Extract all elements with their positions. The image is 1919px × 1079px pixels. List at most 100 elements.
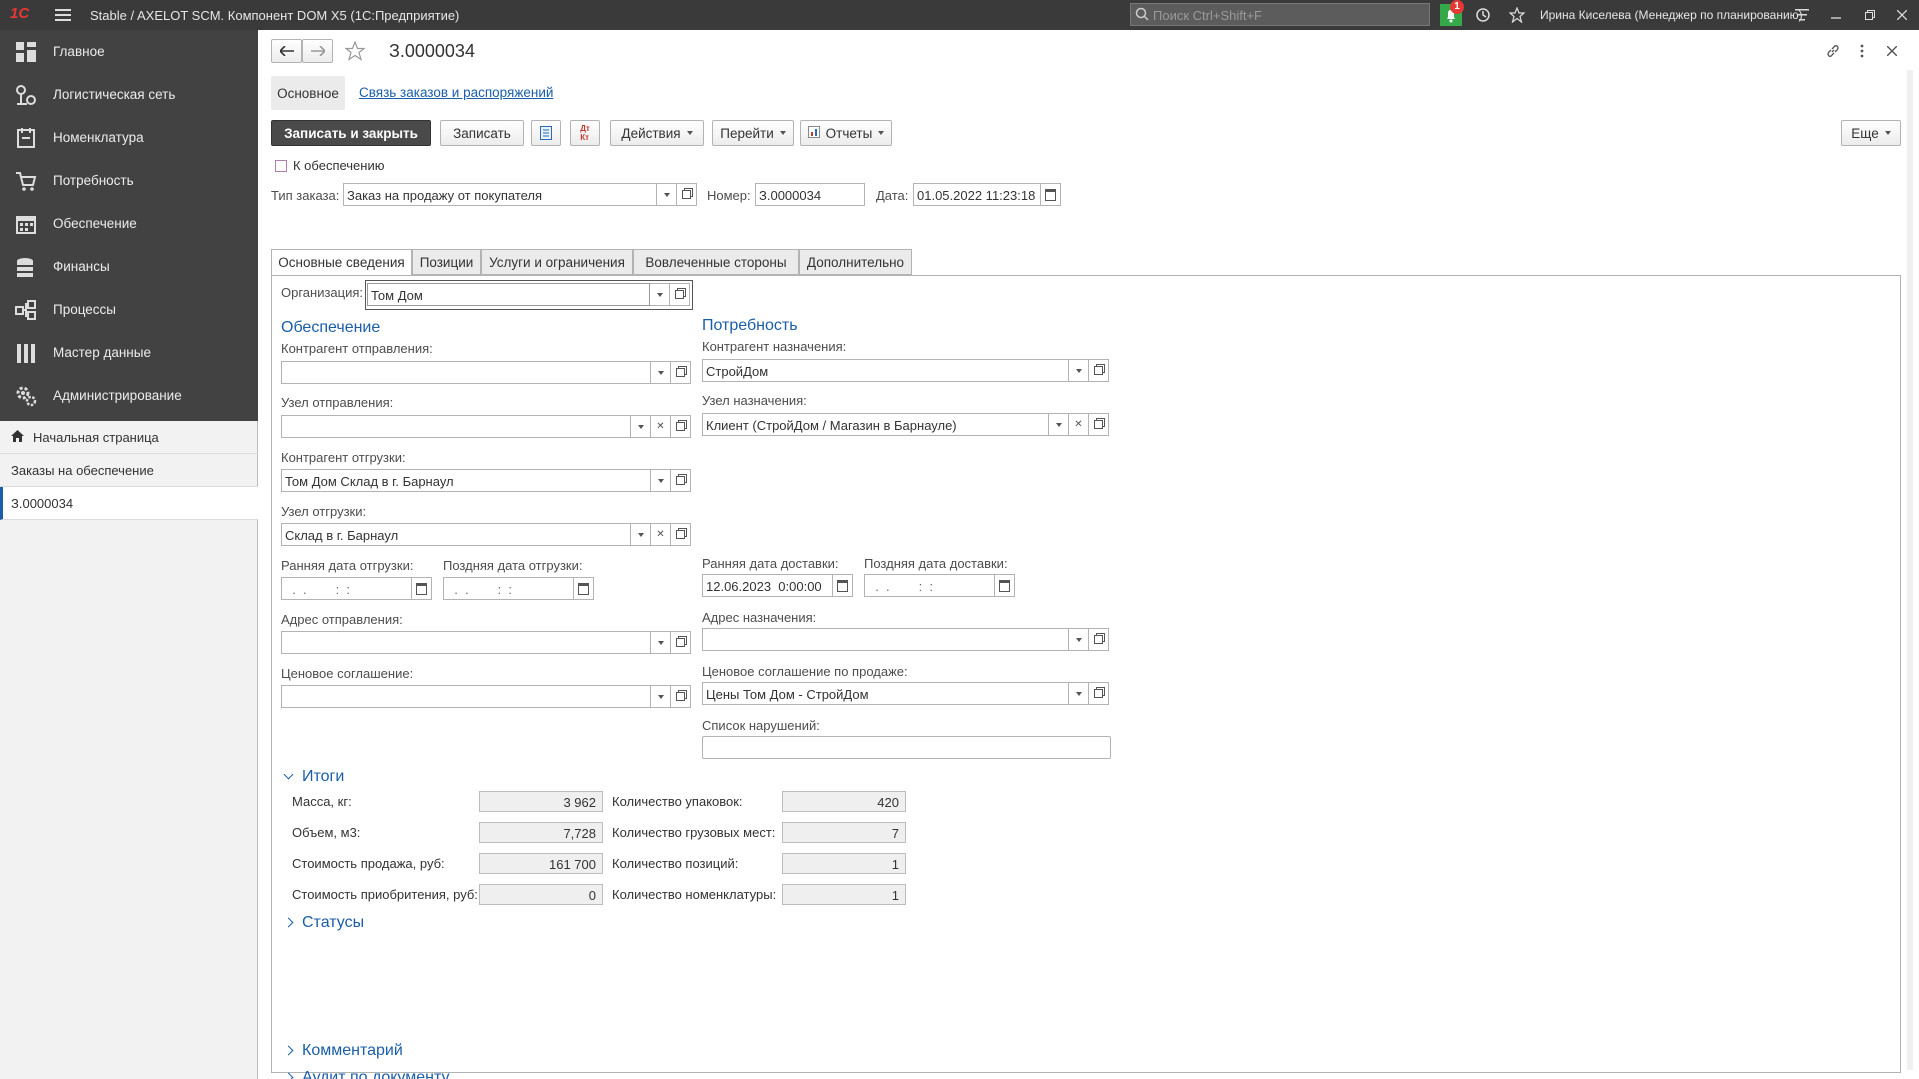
section-master-data[interactable]: Мастер данные — [0, 331, 258, 374]
section-logistics[interactable]: Логистическая сеть — [0, 73, 258, 116]
late-delivery-field[interactable]: . . : : — [864, 574, 995, 597]
order-type-dropdown[interactable] — [657, 183, 677, 206]
section-finance[interactable]: Финансы — [0, 245, 258, 288]
forward-button[interactable] — [302, 39, 333, 63]
counterparty-to-field[interactable]: СтройДом — [702, 359, 1069, 382]
late-ship-field[interactable]: . . : : — [443, 577, 574, 600]
more-button[interactable]: Еще — [1841, 120, 1901, 146]
early-ship-field[interactable]: . . : : — [281, 577, 412, 600]
section-processes[interactable]: Процессы — [0, 288, 258, 331]
actions-button[interactable]: Действия — [610, 120, 704, 146]
sales-agreement-open[interactable] — [1089, 682, 1109, 705]
number-field[interactable]: З.0000034 — [755, 183, 865, 206]
close-window-icon[interactable] — [1893, 7, 1911, 23]
section-main[interactable]: Главное — [0, 30, 258, 73]
address-from-field[interactable] — [281, 631, 651, 654]
tab-services[interactable]: Услуги и ограничения — [481, 249, 633, 275]
save-button[interactable]: Записать — [440, 120, 524, 146]
counterparty-from-open[interactable] — [671, 361, 691, 384]
audit-group-toggle[interactable]: Аудит по документу — [283, 1069, 450, 1079]
organization-field[interactable]: Том Дом — [367, 283, 650, 306]
section-nomenclature[interactable]: Номенклатура — [0, 116, 258, 159]
more-vertical-icon[interactable] — [1853, 42, 1871, 60]
favorites-star-icon[interactable] — [1508, 6, 1526, 24]
tab-additional[interactable]: Дополнительно — [799, 249, 912, 275]
counterparty-to-open[interactable] — [1089, 359, 1109, 382]
order-type-open[interactable] — [677, 183, 697, 206]
early-delivery-field[interactable]: 12.06.2023 0:00:00 — [702, 574, 833, 597]
goto-button[interactable]: Перейти — [712, 120, 794, 146]
dt-kt-button[interactable]: Дт Кт — [570, 120, 600, 146]
statuses-group-toggle[interactable]: Статусы — [283, 914, 364, 932]
violations-field[interactable] — [702, 736, 1111, 759]
address-from-dropdown[interactable] — [651, 631, 671, 654]
sales-agreement-dropdown[interactable] — [1069, 682, 1089, 705]
settings-lines-icon[interactable] — [1793, 7, 1811, 23]
price-agreement-dropdown[interactable] — [651, 685, 671, 708]
address-to-dropdown[interactable] — [1069, 628, 1089, 651]
organization-dropdown[interactable] — [650, 283, 670, 306]
tab-positions[interactable]: Позиции — [412, 249, 481, 275]
node-from-field[interactable] — [281, 415, 631, 438]
node-to-open[interactable] — [1089, 413, 1109, 436]
order-type-field[interactable]: Заказ на продажу от покупателя — [343, 183, 657, 206]
price-agreement-field[interactable] — [281, 685, 651, 708]
favorite-star-icon[interactable] — [344, 40, 366, 62]
vertical-scrollbar[interactable] — [1907, 70, 1913, 1070]
node-to-field[interactable]: Клиент (СтройДом / Магазин в Барнауле) — [702, 413, 1049, 436]
tab-parties[interactable]: Вовлеченные стороны — [633, 249, 799, 275]
node-ship-dropdown[interactable] — [631, 523, 651, 546]
app-logo[interactable]: 1С — [10, 5, 44, 25]
node-to-dropdown[interactable] — [1049, 413, 1069, 436]
sales-agreement-field[interactable]: Цены Том Дом - СтройДом — [702, 682, 1069, 705]
section-admin[interactable]: Администрирование — [0, 374, 258, 417]
reports-button[interactable]: Отчеты — [800, 120, 892, 146]
date-calendar-button[interactable] — [1041, 183, 1061, 206]
counterparty-ship-open[interactable] — [671, 469, 691, 492]
counterparty-ship-dropdown[interactable] — [651, 469, 671, 492]
print-doc-button[interactable] — [531, 120, 561, 146]
back-button[interactable] — [271, 39, 302, 63]
restore-icon[interactable] — [1861, 7, 1879, 23]
global-search[interactable]: Поиск Ctrl+Shift+F — [1130, 3, 1430, 26]
for-supply-checkbox[interactable] — [275, 160, 287, 172]
link-icon[interactable] — [1824, 42, 1842, 60]
history-icon[interactable] — [1474, 6, 1492, 24]
node-ship-field[interactable]: Склад в г. Барнаул — [281, 523, 631, 546]
section-supply[interactable]: Обеспечение — [0, 202, 258, 245]
node-ship-open[interactable] — [671, 523, 691, 546]
counterparty-from-dropdown[interactable] — [651, 361, 671, 384]
counterparty-to-dropdown[interactable] — [1069, 359, 1089, 382]
node-from-open[interactable] — [671, 415, 691, 438]
node-ship-clear[interactable]: ✕ — [651, 523, 671, 546]
address-to-open[interactable] — [1089, 628, 1109, 651]
save-and-close-button[interactable]: Записать и закрыть — [271, 120, 431, 146]
early-delivery-calendar[interactable] — [833, 574, 853, 597]
price-agreement-open[interactable] — [671, 685, 691, 708]
history-supply-orders[interactable]: Заказы на обеспечение — [0, 454, 258, 487]
nav-tab-links[interactable]: Связь заказов и распоряжений — [359, 85, 553, 100]
history-current-order[interactable]: З.0000034 — [0, 487, 258, 520]
current-user[interactable]: Ирина Киселева (Менеджер по планированию… — [1540, 8, 1803, 22]
close-form-icon[interactable] — [1883, 42, 1901, 60]
comment-group-toggle[interactable]: Комментарий — [283, 1042, 403, 1060]
node-from-dropdown[interactable] — [631, 415, 651, 438]
organization-open[interactable] — [670, 283, 690, 306]
menu-icon[interactable] — [54, 7, 72, 23]
address-from-open[interactable] — [671, 631, 691, 654]
node-from-clear[interactable]: ✕ — [651, 415, 671, 438]
date-field[interactable]: 01.05.2022 11:23:18 — [913, 183, 1041, 206]
late-delivery-calendar[interactable] — [995, 574, 1015, 597]
address-to-field[interactable] — [702, 628, 1069, 651]
totals-group-toggle[interactable]: Итоги — [283, 768, 344, 786]
history-home[interactable]: Начальная страница — [0, 421, 258, 454]
tab-general[interactable]: Основные сведения — [271, 249, 412, 276]
notifications-bell-icon[interactable]: 1 — [1440, 0, 1464, 26]
nav-tab-main[interactable]: Основное — [271, 76, 345, 110]
section-demand[interactable]: Потребность — [0, 159, 258, 202]
counterparty-ship-field[interactable]: Том Дом Склад в г. Барнаул — [281, 469, 651, 492]
counterparty-from-field[interactable] — [281, 361, 651, 384]
early-ship-calendar[interactable] — [412, 577, 432, 600]
late-ship-calendar[interactable] — [574, 577, 594, 600]
minimize-icon[interactable] — [1827, 7, 1845, 23]
